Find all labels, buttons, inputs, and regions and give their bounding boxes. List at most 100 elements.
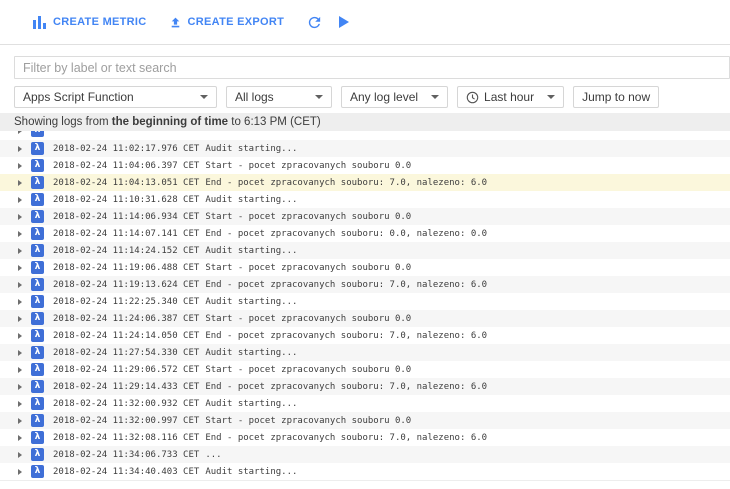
log-message: End - pocet zpracovanych souboru: 7.0, n… <box>205 177 488 188</box>
apps-script-lambda-icon: λ <box>31 278 44 291</box>
expand-arrow-icon[interactable] <box>18 400 22 407</box>
status-bold-range: the beginning of time <box>111 116 229 128</box>
expand-arrow-icon[interactable] <box>18 468 22 475</box>
log-timestamp: 2018-02-24 11:29:14.433 CET <box>53 381 200 392</box>
list-end-divider <box>0 480 730 481</box>
log-level-value: Any log level <box>350 90 419 104</box>
status-suffix: to 6:13 PM (CET) <box>228 116 321 128</box>
log-message: Audit starting... <box>205 194 298 205</box>
log-row[interactable]: λ 2018-02-24 11:32:08.116 CET End - poce… <box>0 429 730 446</box>
filter-input[interactable] <box>14 56 730 79</box>
log-row[interactable]: λ 2018-02-24 11:29:06.572 CET Start - po… <box>0 361 730 378</box>
log-timestamp: 2018-02-24 11:19:06.488 CET <box>53 262 200 273</box>
apps-script-lambda-icon: λ <box>31 210 44 223</box>
expand-arrow-icon[interactable] <box>18 196 22 203</box>
apps-script-lambda-icon: λ <box>31 261 44 274</box>
expand-arrow-icon[interactable] <box>18 298 22 305</box>
log-row[interactable]: λ 2018-02-24 11:34:40.403 CET Audit star… <box>0 463 730 480</box>
log-message: Audit starting... <box>205 466 298 477</box>
create-metric-button[interactable]: CREATE METRIC <box>33 15 147 29</box>
expand-arrow-icon[interactable] <box>18 366 22 373</box>
log-timestamp: 2018-02-24 11:34:06.733 CET <box>53 449 200 460</box>
log-level-select[interactable]: Any log level <box>341 86 449 108</box>
expand-arrow-icon[interactable] <box>18 213 22 220</box>
chevron-down-icon <box>547 95 556 99</box>
time-range-select[interactable]: Last hour <box>457 86 565 108</box>
function-select[interactable]: Apps Script Function <box>14 86 217 108</box>
expand-arrow-icon[interactable] <box>18 162 22 169</box>
play-stream-logs-button[interactable] <box>339 16 350 28</box>
expand-arrow-icon[interactable] <box>18 349 22 356</box>
log-timestamp: 2018-02-24 11:10:31.628 CET <box>53 194 200 205</box>
apps-script-lambda-icon: λ <box>31 380 44 393</box>
expand-arrow-icon[interactable] <box>18 332 22 339</box>
partial-log-row[interactable]: λ <box>0 131 730 140</box>
apps-script-lambda-icon: λ <box>31 346 44 359</box>
log-timestamp: 2018-02-24 11:14:24.152 CET <box>53 245 200 256</box>
expand-arrow-icon[interactable] <box>18 417 22 424</box>
log-message: Audit starting... <box>205 296 298 307</box>
log-row[interactable]: λ 2018-02-24 11:10:31.628 CET Audit star… <box>0 191 730 208</box>
chevron-down-icon <box>315 95 323 99</box>
log-timestamp: 2018-02-24 11:32:00.932 CET <box>53 398 200 409</box>
log-timestamp: 2018-02-24 11:19:13.624 CET <box>53 279 200 290</box>
apps-script-lambda-icon: λ <box>31 397 44 410</box>
log-row[interactable]: λ 2018-02-24 11:24:06.387 CET Start - po… <box>0 310 730 327</box>
logs-select[interactable]: All logs <box>226 86 332 108</box>
expand-arrow-icon[interactable] <box>18 264 22 271</box>
expand-arrow-icon[interactable] <box>18 451 22 458</box>
log-row[interactable]: λ 2018-02-24 11:32:00.932 CET Audit star… <box>0 395 730 412</box>
chevron-down-icon <box>200 95 208 99</box>
apps-script-lambda-icon: λ <box>31 131 44 137</box>
expand-arrow-icon[interactable] <box>18 434 22 441</box>
log-timestamp: 2018-02-24 11:04:13.051 CET <box>53 177 200 188</box>
log-row[interactable]: λ 2018-02-24 11:02:17.976 CET Audit star… <box>0 140 730 157</box>
expand-arrow-icon[interactable] <box>18 179 22 186</box>
log-row[interactable]: λ 2018-02-24 11:24:14.050 CET End - poce… <box>0 327 730 344</box>
expand-arrow-icon[interactable] <box>18 230 22 237</box>
expand-arrow-icon[interactable] <box>18 281 22 288</box>
upload-icon <box>169 16 182 29</box>
jump-to-now-button[interactable]: Jump to now <box>573 86 660 108</box>
log-timestamp: 2018-02-24 11:32:08.116 CET <box>53 432 200 443</box>
apps-script-lambda-icon: λ <box>31 431 44 444</box>
expand-arrow-icon[interactable] <box>18 315 22 322</box>
log-row[interactable]: λ 2018-02-24 11:19:06.488 CET Start - po… <box>0 259 730 276</box>
log-row[interactable]: λ 2018-02-24 11:14:24.152 CET Audit star… <box>0 242 730 259</box>
function-select-value: Apps Script Function <box>23 90 134 104</box>
log-row[interactable]: λ 2018-02-24 11:27:54.330 CET Audit star… <box>0 344 730 361</box>
create-export-label: CREATE EXPORT <box>187 16 285 28</box>
play-icon <box>339 16 350 28</box>
log-row[interactable]: λ 2018-02-24 11:14:06.934 CET Start - po… <box>0 208 730 225</box>
apps-script-lambda-icon: λ <box>31 176 44 189</box>
apps-script-lambda-icon: λ <box>31 295 44 308</box>
log-row[interactable]: λ 2018-02-24 11:22:25.340 CET Audit star… <box>0 293 730 310</box>
log-row[interactable]: λ 2018-02-24 11:04:06.397 CET Start - po… <box>0 157 730 174</box>
time-range-value: Last hour <box>484 90 535 104</box>
log-message: End - pocet zpracovanych souboru: 7.0, n… <box>205 330 488 341</box>
clock-icon <box>466 91 479 104</box>
log-timestamp: 2018-02-24 11:24:14.050 CET <box>53 330 200 341</box>
refresh-button[interactable] <box>306 14 323 31</box>
create-metric-label: CREATE METRIC <box>53 16 147 28</box>
showing-logs-status: Showing logs from the beginning of time … <box>0 113 730 131</box>
log-row[interactable]: λ 2018-02-24 11:34:06.733 CET ... <box>0 446 730 463</box>
log-row[interactable]: λ 2018-02-24 11:32:00.997 CET Start - po… <box>0 412 730 429</box>
log-timestamp: 2018-02-24 11:02:17.976 CET <box>53 143 200 154</box>
log-row[interactable]: λ 2018-02-24 11:29:14.433 CET End - poce… <box>0 378 730 395</box>
apps-script-lambda-icon: λ <box>31 312 44 325</box>
log-timestamp: 2018-02-24 11:24:06.387 CET <box>53 313 200 324</box>
log-row[interactable]: λ 2018-02-24 11:04:13.051 CET End - poce… <box>0 174 730 191</box>
create-export-button[interactable]: CREATE EXPORT <box>169 16 285 29</box>
apps-script-lambda-icon: λ <box>31 193 44 206</box>
log-timestamp: 2018-02-24 11:14:06.934 CET <box>53 211 200 222</box>
expand-arrow-icon[interactable] <box>18 383 22 390</box>
expand-arrow-icon[interactable] <box>18 145 22 152</box>
log-row[interactable]: λ 2018-02-24 11:14:07.141 CET End - poce… <box>0 225 730 242</box>
log-timestamp: 2018-02-24 11:34:40.403 CET <box>53 466 200 477</box>
log-message: End - pocet zpracovanych souboru: 7.0, n… <box>205 279 488 290</box>
log-row[interactable]: λ 2018-02-24 11:19:13.624 CET End - poce… <box>0 276 730 293</box>
log-timestamp: 2018-02-24 11:27:54.330 CET <box>53 347 200 358</box>
apps-script-lambda-icon: λ <box>31 363 44 376</box>
expand-arrow-icon[interactable] <box>18 247 22 254</box>
